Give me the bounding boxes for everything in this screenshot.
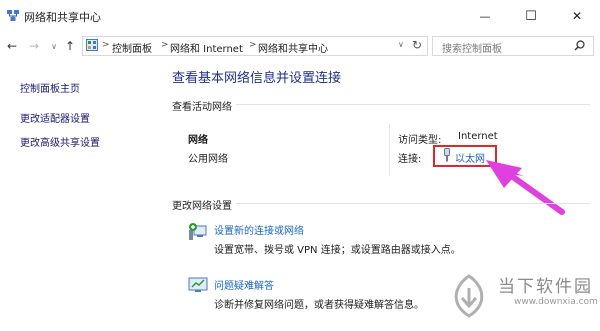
breadcrumb-separator: >: [102, 40, 110, 50]
page-title: 查看基本网络信息并设置连接: [172, 71, 342, 86]
sidebar-item-change-advanced-sharing[interactable]: 更改高级共享设置: [20, 134, 100, 149]
breadcrumb-network-sharing-center[interactable]: 网络和共享中心: [258, 40, 328, 55]
back-button[interactable]: ←: [4, 38, 20, 54]
watermark-logo-icon: [454, 274, 484, 318]
forward-button[interactable]: →: [26, 38, 42, 54]
up-arrow-icon: ↑: [64, 39, 76, 53]
network-name: 网络: [188, 135, 208, 146]
watermark-text: 当下软件园: [498, 277, 593, 297]
connection-label: 连接:: [398, 154, 422, 165]
maximize-icon: ☐: [525, 8, 537, 24]
active-networks-heading: 查看活动网络: [172, 102, 232, 113]
setup-new-connection-link[interactable]: 设置新的连接或网络: [214, 222, 304, 237]
close-button[interactable]: ✕: [554, 0, 600, 32]
breadcrumb-separator: >: [249, 40, 257, 50]
maximize-button[interactable]: ☐: [508, 0, 554, 32]
search-icon[interactable]: [574, 40, 585, 51]
change-settings-heading: 更改网络设置: [172, 201, 232, 212]
up-button[interactable]: ↑: [62, 38, 78, 54]
chevron-down-icon: ∨: [51, 41, 57, 51]
address-dropdown-icon[interactable]: ∨: [398, 40, 404, 49]
refresh-icon[interactable]: ↻: [412, 38, 422, 52]
ethernet-icon: [444, 148, 450, 162]
search-placeholder: 搜索控制面板: [442, 44, 502, 55]
pointer-arrow-annotation: [486, 160, 565, 215]
access-type-value: Internet: [458, 131, 498, 142]
new-connection-icon: [189, 223, 207, 240]
setup-new-connection-description: 设置宽带、拨号或 VPN 连接；或设置路由器或接入点。: [214, 245, 461, 256]
forward-arrow-icon: →: [28, 39, 40, 53]
vertical-divider: [389, 124, 390, 176]
troubleshoot-icon: [188, 277, 208, 292]
breadcrumb-separator: >: [161, 40, 169, 50]
sidebar-item-change-adapter-settings[interactable]: 更改适配器设置: [20, 110, 90, 125]
divider: [236, 203, 590, 204]
minimize-icon: —: [479, 9, 491, 23]
network-center-icon: [7, 10, 19, 21]
breadcrumb-network-internet[interactable]: 网络和 Internet: [170, 40, 243, 55]
troubleshoot-link[interactable]: 问题疑难解答: [214, 277, 274, 292]
access-type-label: 访问类型:: [398, 135, 442, 146]
network-type[interactable]: 公用网络: [188, 150, 228, 165]
control-panel-icon: [86, 39, 98, 51]
divider: [236, 104, 590, 105]
minimize-button[interactable]: —: [462, 0, 508, 32]
close-icon: ✕: [571, 9, 583, 23]
back-arrow-icon: ←: [6, 39, 18, 53]
recent-locations-button[interactable]: ∨: [46, 38, 62, 54]
troubleshoot-description: 诊断并修复网络问题，或者获得疑难解答信息。: [214, 300, 424, 311]
breadcrumb-control-panel[interactable]: 控制面板: [112, 40, 152, 55]
watermark-url: www.downxia.com: [514, 297, 598, 307]
window-title: 网络和共享中心: [24, 11, 101, 24]
sidebar-item-control-panel-home[interactable]: 控制面板主页: [20, 80, 80, 95]
